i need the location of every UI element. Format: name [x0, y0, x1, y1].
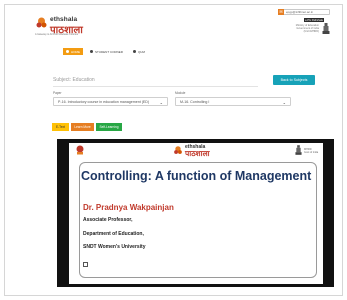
- paper-value: P-16. Introductory course in education m…: [58, 99, 150, 104]
- email-text: epgp@inflibnet.ac.in: [286, 10, 314, 14]
- mhrd-text: MHRD Govt of India: [304, 148, 318, 154]
- quiz-icon: [132, 50, 136, 53]
- module-select[interactable]: M-16. Controlling I ⌄: [175, 97, 291, 106]
- content-tabs: E-Text Learn More Self-Learning: [52, 123, 122, 131]
- logo-mark-icon: [36, 17, 47, 28]
- author-department: Department of Education,: [83, 231, 144, 237]
- university-logo-icon: [76, 145, 84, 155]
- site-logo[interactable]: ethshala पाठशाला A Gateway to All Post G…: [35, 16, 97, 38]
- logo-mark-icon: [174, 146, 182, 154]
- mail-icon: ✉: [278, 8, 284, 15]
- ministry-text: Ministry of Education Government of Indi…: [296, 24, 319, 33]
- national-emblem-icon: [295, 145, 302, 155]
- tab-learn-more[interactable]: Learn More: [71, 123, 94, 131]
- author-designation: Associate Professor,: [83, 217, 133, 223]
- slide-pathshala-logo: ethshala पाठशाला: [173, 144, 223, 158]
- email-link[interactable]: ✉ epgp@inflibnet.ac.in: [278, 8, 330, 15]
- module-label: Module: [175, 91, 186, 95]
- tab-self-learning[interactable]: Self-Learning: [96, 123, 122, 131]
- subject-title: Subject: Education: [53, 77, 95, 83]
- paper-field: Paper P-16. Introductory course in educa…: [53, 91, 168, 106]
- paper-label: Paper: [53, 91, 62, 95]
- site-header: ethshala पाठशाला A Gateway to All Post G…: [5, 5, 342, 43]
- nav-student-corner[interactable]: STUDENT CORNER: [87, 48, 126, 55]
- nav-quiz-label: QUIZ: [137, 49, 146, 54]
- student-icon: [90, 50, 93, 53]
- chevron-down-icon: ⌄: [159, 100, 163, 105]
- national-emblem-icon: [322, 23, 330, 34]
- chevron-down-icon: ⌄: [282, 100, 286, 105]
- video-player[interactable]: ethshala पाठशाला MHRD Govt of India Cont…: [57, 139, 334, 287]
- slide-title: Controlling: A function of Management: [81, 169, 312, 183]
- slide-author: Dr. Pradnya Wakpainjan: [83, 203, 174, 212]
- author-university: SNDT Women's University: [83, 244, 146, 250]
- placeholder-icon: [83, 262, 88, 267]
- subject-row: Subject: Education Back to Subjects: [53, 75, 315, 87]
- header-right: ✉ epgp@inflibnet.ac.in e-PG Pathshala Mi…: [238, 8, 330, 41]
- page-frame: ethshala पाठशाला A Gateway to All Post G…: [4, 4, 343, 296]
- subject-divider: [53, 86, 258, 87]
- logo-tagline: A Gateway to All Post Graduate Courses: [35, 33, 79, 36]
- nav-home[interactable]: HOME: [63, 48, 83, 55]
- nav-student-label: STUDENT CORNER: [95, 49, 123, 54]
- ministry-line-3: (UGC/MHRD): [303, 30, 319, 33]
- module-field: Module M-16. Controlling I ⌄: [175, 91, 291, 106]
- module-value: M-16. Controlling I: [180, 99, 210, 104]
- epg-button[interactable]: e-PG Pathshala: [304, 18, 324, 22]
- nav-home-label: HOME: [71, 49, 80, 54]
- nav-quiz[interactable]: QUIZ: [130, 48, 148, 55]
- paper-select[interactable]: P-16. Introductory course in education m…: [53, 97, 168, 106]
- tab-etext[interactable]: E-Text: [52, 123, 69, 131]
- slide-logo-hindi: पाठशाला: [185, 149, 210, 158]
- home-icon: [66, 50, 69, 53]
- presentation-slide: ethshala पाठशाला MHRD Govt of India Cont…: [69, 143, 323, 284]
- back-to-subjects-button[interactable]: Back to Subjects: [273, 75, 315, 85]
- mhrd-line-2: Govt of India: [304, 151, 319, 154]
- main-nav: HOME STUDENT CORNER QUIZ: [63, 48, 148, 55]
- slide-mhrd-logo: MHRD Govt of India: [295, 145, 319, 155]
